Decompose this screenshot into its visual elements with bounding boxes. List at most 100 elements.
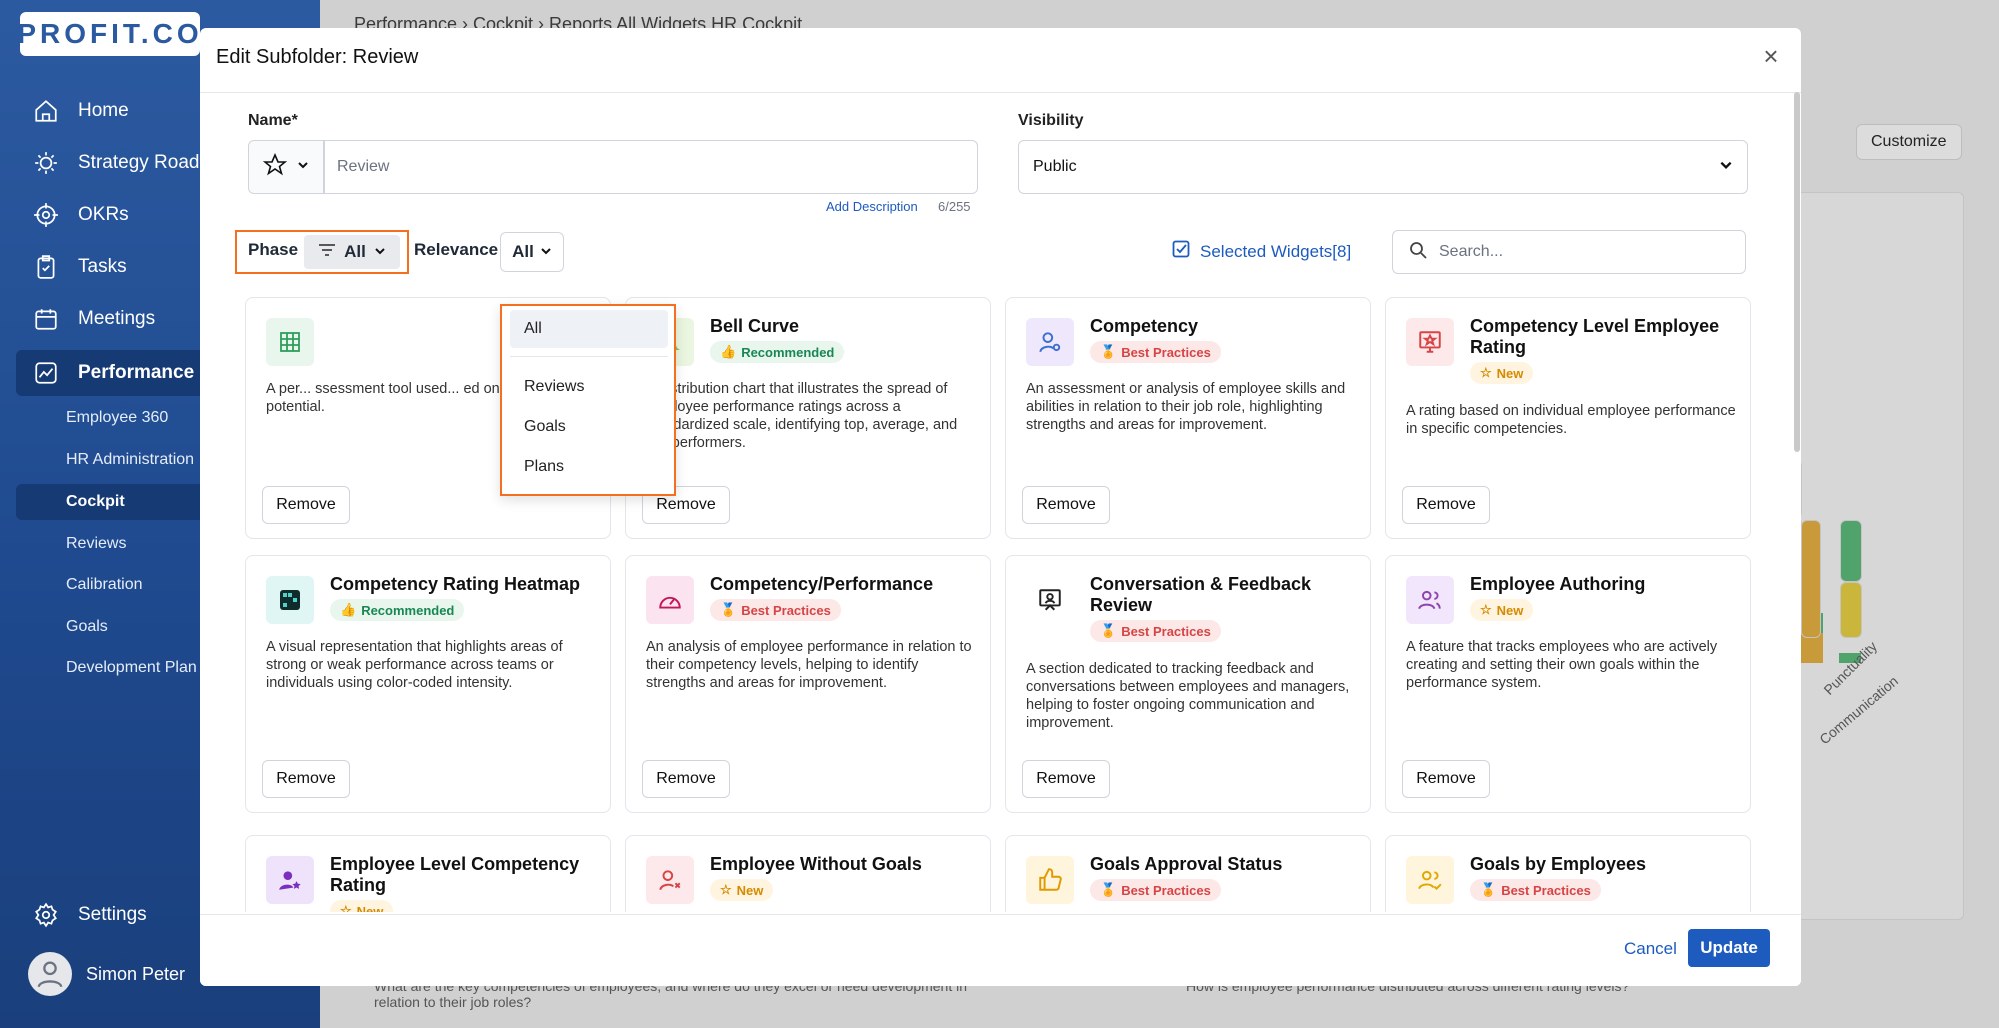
best-practices-badge: 🏅 Best Practices	[710, 599, 841, 621]
add-description-link[interactable]: Add Description	[826, 199, 918, 214]
widget-description: An analysis of employee performance in r…	[646, 639, 972, 691]
user-profile[interactable]: Simon Peter	[28, 952, 185, 996]
widget-card: Employee Level Competency Rating ☆ New	[245, 835, 611, 912]
checkbox-icon	[1172, 240, 1190, 263]
badge-label: Best Practices	[1121, 344, 1211, 360]
remove-button[interactable]: Remove	[262, 486, 350, 524]
widget-card: Bell Curve 👍 Recommended A distribution c…	[625, 297, 991, 539]
chevron-down-icon	[297, 158, 309, 176]
chevron-down-icon	[374, 242, 386, 262]
widget-title: Goals Approval Status	[1090, 854, 1283, 874]
award-icon: 🏅	[1100, 623, 1117, 638]
selected-widgets-link[interactable]: Selected Widgets[8]	[1172, 240, 1351, 263]
chevron-down-icon	[1719, 158, 1733, 177]
widget-card: Competency Rating Heatmap 👍 Recommended A…	[245, 555, 611, 813]
customize-button[interactable]: Customize	[1856, 124, 1962, 160]
sidebar-item-label: Tasks	[78, 256, 127, 277]
search-placeholder: Search...	[1439, 243, 1504, 260]
star-icon: ☆	[1480, 602, 1492, 617]
phase-filter-button[interactable]: All	[304, 235, 400, 269]
target-icon	[32, 201, 60, 229]
char-count: 6/255	[938, 199, 971, 214]
app-logo[interactable]: PROFIT.CO	[17, 12, 200, 56]
sidebar-item-label: Home	[78, 100, 129, 121]
widget-card: Employee Without Goals ☆ New	[625, 835, 991, 912]
widget-title: Competency	[1090, 316, 1199, 336]
gear-icon	[32, 901, 60, 929]
widget-card: Employee Authoring ☆ New A feature that t…	[1385, 555, 1751, 813]
phase-option-all[interactable]: All	[510, 310, 668, 348]
sidebar-item-label: Performance	[78, 362, 195, 383]
monitor-star-icon	[1406, 318, 1454, 366]
remove-button[interactable]: Remove	[1022, 760, 1110, 798]
chevron-down-icon	[540, 242, 552, 262]
phase-dropdown-menu: All Reviews Goals Plans	[500, 304, 676, 496]
widget-card: Competency/Performance 🏅 Best Practices A…	[625, 555, 991, 813]
phase-label: Phase	[248, 240, 299, 259]
new-badge: ☆ New	[330, 900, 394, 913]
update-button[interactable]: Update	[1688, 929, 1770, 967]
widget-title: Competency Level Employee Rating	[1470, 316, 1720, 357]
relevance-label: Relevance	[414, 240, 499, 259]
avatar	[28, 952, 72, 996]
badge-label: Best Practices	[1121, 623, 1211, 639]
remove-button[interactable]: Remove	[1402, 760, 1490, 798]
badge-label: New	[356, 903, 384, 913]
user-x-icon	[646, 856, 694, 904]
cancel-button[interactable]: Cancel	[1624, 939, 1677, 959]
background-bar	[1801, 520, 1821, 638]
sidebar-item-label: Settings	[78, 904, 147, 925]
badge-label: New	[736, 882, 764, 898]
visibility-select[interactable]: Public	[1018, 140, 1748, 194]
widget-description: A section dedicated to tracking feedback…	[1026, 661, 1350, 731]
user-name: Simon Peter	[86, 963, 186, 984]
phase-option-plans[interactable]: Plans	[510, 448, 668, 486]
badge-label: Recommended	[741, 344, 835, 360]
best-practices-badge: 🏅 Best Practices	[1090, 879, 1221, 901]
widget-card: Goals by Employees 🏅 Best Practices	[1385, 835, 1751, 912]
new-badge: ☆ New	[1470, 599, 1534, 621]
phase-option-goals[interactable]: Goals	[510, 408, 668, 446]
relevance-filter-button[interactable]: All	[500, 232, 564, 272]
widget-description: A visual representation that highlights …	[266, 639, 563, 691]
widget-description: An assessment or analysis of employee sk…	[1026, 381, 1346, 433]
sidebar-item-label: Meetings	[78, 308, 156, 329]
widget-title: Employee Without Goals	[710, 854, 922, 874]
search-input[interactable]: Search...	[1392, 230, 1746, 274]
badge-label: Recommended	[361, 602, 455, 618]
scrollbar[interactable]	[1794, 92, 1800, 452]
remove-button[interactable]: Remove	[262, 760, 350, 798]
widget-description: A rating based on individual employee pe…	[1406, 403, 1736, 437]
remove-button[interactable]: Remove	[642, 760, 730, 798]
users-check-icon	[1406, 856, 1454, 904]
icon-picker[interactable]	[248, 140, 324, 194]
widget-title: Conversation & Feedback Review	[1090, 574, 1312, 615]
remove-button[interactable]: Remove	[1402, 486, 1490, 524]
home-icon	[32, 97, 60, 125]
thumbs-up-icon	[1026, 856, 1074, 904]
award-icon: 🏅	[1480, 882, 1497, 897]
widget-card: Goals Approval Status 🏅 Best Practices	[1005, 835, 1371, 912]
gauge-icon	[646, 576, 694, 624]
divider	[510, 356, 668, 357]
star-icon: ☆	[340, 903, 352, 912]
heatmap-icon	[266, 576, 314, 624]
divider	[200, 92, 1801, 93]
widget-title: Employee Authoring	[1470, 574, 1646, 594]
new-badge: ☆ New	[710, 879, 774, 901]
widget-title: Bell Curve	[710, 316, 800, 336]
star-icon	[262, 152, 288, 182]
clipboard-icon	[32, 253, 60, 281]
best-practices-badge: 🏅 Best Practices	[1090, 620, 1221, 642]
award-icon: 🏅	[720, 602, 737, 617]
visibility-label: Visibility	[1018, 112, 1084, 129]
widget-title: Employee Level Competency Rating	[330, 854, 580, 895]
calendar-icon	[32, 305, 60, 333]
close-icon[interactable]: ×	[1757, 41, 1785, 71]
award-icon: 🏅	[1100, 882, 1117, 897]
recommended-badge: 👍 Recommended	[330, 599, 465, 621]
phase-option-reviews[interactable]: Reviews	[510, 368, 668, 406]
remove-button[interactable]: Remove	[1022, 486, 1110, 524]
name-input[interactable]: Review	[324, 140, 978, 194]
widget-description: A feature that tracks employees who are …	[1406, 639, 1718, 691]
